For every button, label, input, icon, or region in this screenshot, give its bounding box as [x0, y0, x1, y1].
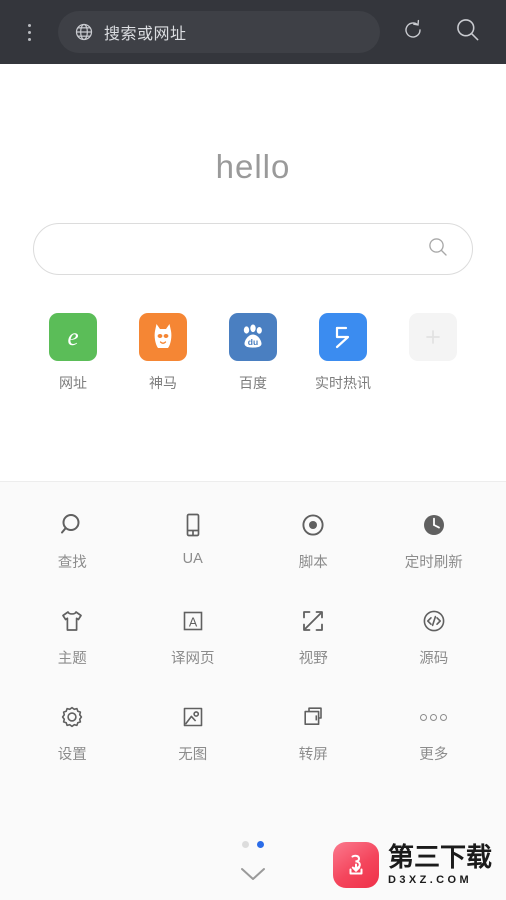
shortcut-item-hot-news[interactable]: 实时热讯 — [298, 313, 388, 393]
tools-panel: 查找 UA 脚本 定时刷新 主题 A 译网页 视野 源码 设置 无图 转屏 更多… — [0, 481, 506, 900]
shortcut-item-shenma[interactable]: 神马 — [118, 313, 208, 393]
shenma-horse-icon — [139, 313, 187, 361]
three-circles-icon — [420, 700, 448, 734]
browser-toolbar: 搜索或网址 — [0, 0, 506, 64]
tool-label: 源码 — [419, 651, 449, 667]
tool-label: 无图 — [178, 747, 208, 763]
rotate-screen-icon — [298, 700, 328, 734]
svg-text:e: e — [67, 324, 78, 351]
tool-label: 定时刷新 — [404, 555, 463, 571]
search-button[interactable] — [440, 0, 494, 64]
watermark-domain: D3XZ.COM — [387, 873, 473, 886]
tool-label: UA — [182, 551, 203, 567]
tool-item-timed-refresh[interactable]: 定时刷新 — [374, 508, 495, 572]
tool-label: 设置 — [57, 747, 87, 763]
arrow-flash-icon — [319, 313, 367, 361]
search-icon — [426, 235, 450, 264]
shortcut-label: 百度 — [239, 375, 267, 391]
translate-a-icon: A — [178, 604, 208, 638]
tool-item-no-image[interactable]: 无图 — [133, 700, 254, 764]
tool-label: 主题 — [57, 651, 87, 667]
tool-label: 视野 — [298, 651, 328, 667]
greeting-text: hello — [215, 148, 291, 185]
download-3-logo-icon — [332, 842, 379, 888]
plus-icon — [409, 313, 457, 361]
shortcut-item-uc-navigation[interactable]: e 网址 — [28, 313, 118, 393]
tool-item-source-code[interactable]: 源码 — [374, 604, 495, 668]
tshirt-icon — [57, 604, 87, 638]
watermark-text: 第三下载 D3XZ.COM — [387, 842, 492, 886]
magnifier-icon — [57, 508, 87, 542]
tools-grid: 查找 UA 脚本 定时刷新 主题 A 译网页 视野 源码 设置 无图 转屏 更多 — [0, 482, 506, 796]
tool-item-viewport[interactable]: 视野 — [253, 604, 374, 668]
svg-text:du: du — [248, 337, 258, 347]
overflow-menu-button[interactable] — [0, 0, 58, 64]
shortcut-item-add[interactable] — [388, 313, 478, 393]
address-bar-placeholder: 搜索或网址 — [104, 26, 187, 43]
expand-arrows-icon — [298, 604, 328, 638]
tool-label: 更多 — [419, 747, 449, 763]
tools-row: 设置 无图 转屏 更多 — [12, 700, 494, 764]
overflow-menu-icon — [27, 30, 31, 34]
home-hero: hello e 网址 神马 du 百度 实时热讯 — [0, 64, 506, 393]
overflow-menu-icon — [27, 37, 31, 41]
tool-item-script[interactable]: 脚本 — [253, 508, 374, 572]
refresh-icon — [401, 18, 425, 47]
no-image-icon — [178, 700, 208, 734]
tool-item-settings[interactable]: 设置 — [12, 700, 133, 764]
tool-label: 译网页 — [171, 651, 215, 667]
tool-item-rotate-screen[interactable]: 转屏 — [253, 700, 374, 764]
browser-home-screen: 搜索或网址 hello e 网址 神马 du 百度 实时热讯 查找 UA 脚本 … — [0, 0, 506, 900]
source-code-icon — [419, 604, 449, 638]
baidu-paw-icon: du — [229, 313, 277, 361]
gear-icon — [57, 700, 87, 734]
tool-label: 查找 — [57, 555, 87, 571]
script-dot-icon — [298, 508, 328, 542]
circle-dot — [430, 713, 438, 721]
overflow-menu-icon — [27, 23, 31, 27]
tools-row: 查找 UA 脚本 定时刷新 — [12, 508, 494, 572]
address-bar[interactable]: 搜索或网址 — [58, 11, 380, 53]
tool-item-more[interactable]: 更多 — [374, 700, 495, 764]
chevron-down-icon — [233, 861, 273, 892]
clock-icon — [419, 508, 449, 542]
globe-icon — [74, 22, 94, 42]
circle-dot — [420, 713, 428, 721]
shortcut-label: 实时热讯 — [315, 375, 371, 391]
home-search-box[interactable] — [33, 223, 473, 275]
uc-letter-e-icon: e — [49, 313, 97, 361]
tool-label: 转屏 — [298, 747, 328, 763]
shortcut-row: e 网址 神马 du 百度 实时热讯 — [0, 313, 506, 393]
tool-item-ua[interactable]: UA — [133, 508, 254, 572]
page-dot-1[interactable] — [242, 841, 249, 848]
page-dot-2[interactable] — [257, 841, 264, 848]
watermark: 第三下载 D3XZ.COM — [332, 842, 492, 888]
search-icon — [454, 16, 481, 48]
svg-text:A: A — [189, 615, 198, 629]
refresh-button[interactable] — [386, 0, 440, 64]
shortcut-item-baidu[interactable]: du 百度 — [208, 313, 298, 393]
tool-item-theme[interactable]: 主题 — [12, 604, 133, 668]
tool-label: 脚本 — [298, 555, 328, 571]
shortcut-label: 神马 — [149, 375, 177, 391]
phone-outline-icon — [178, 508, 208, 542]
tool-item-translate-page[interactable]: A 译网页 — [133, 604, 254, 668]
watermark-title: 第三下载 — [387, 842, 492, 873]
tools-row: 主题 A 译网页 视野 源码 — [12, 604, 494, 668]
circle-dot — [440, 713, 448, 721]
shortcut-label: 网址 — [59, 375, 87, 391]
tool-item-find[interactable]: 查找 — [12, 508, 133, 572]
